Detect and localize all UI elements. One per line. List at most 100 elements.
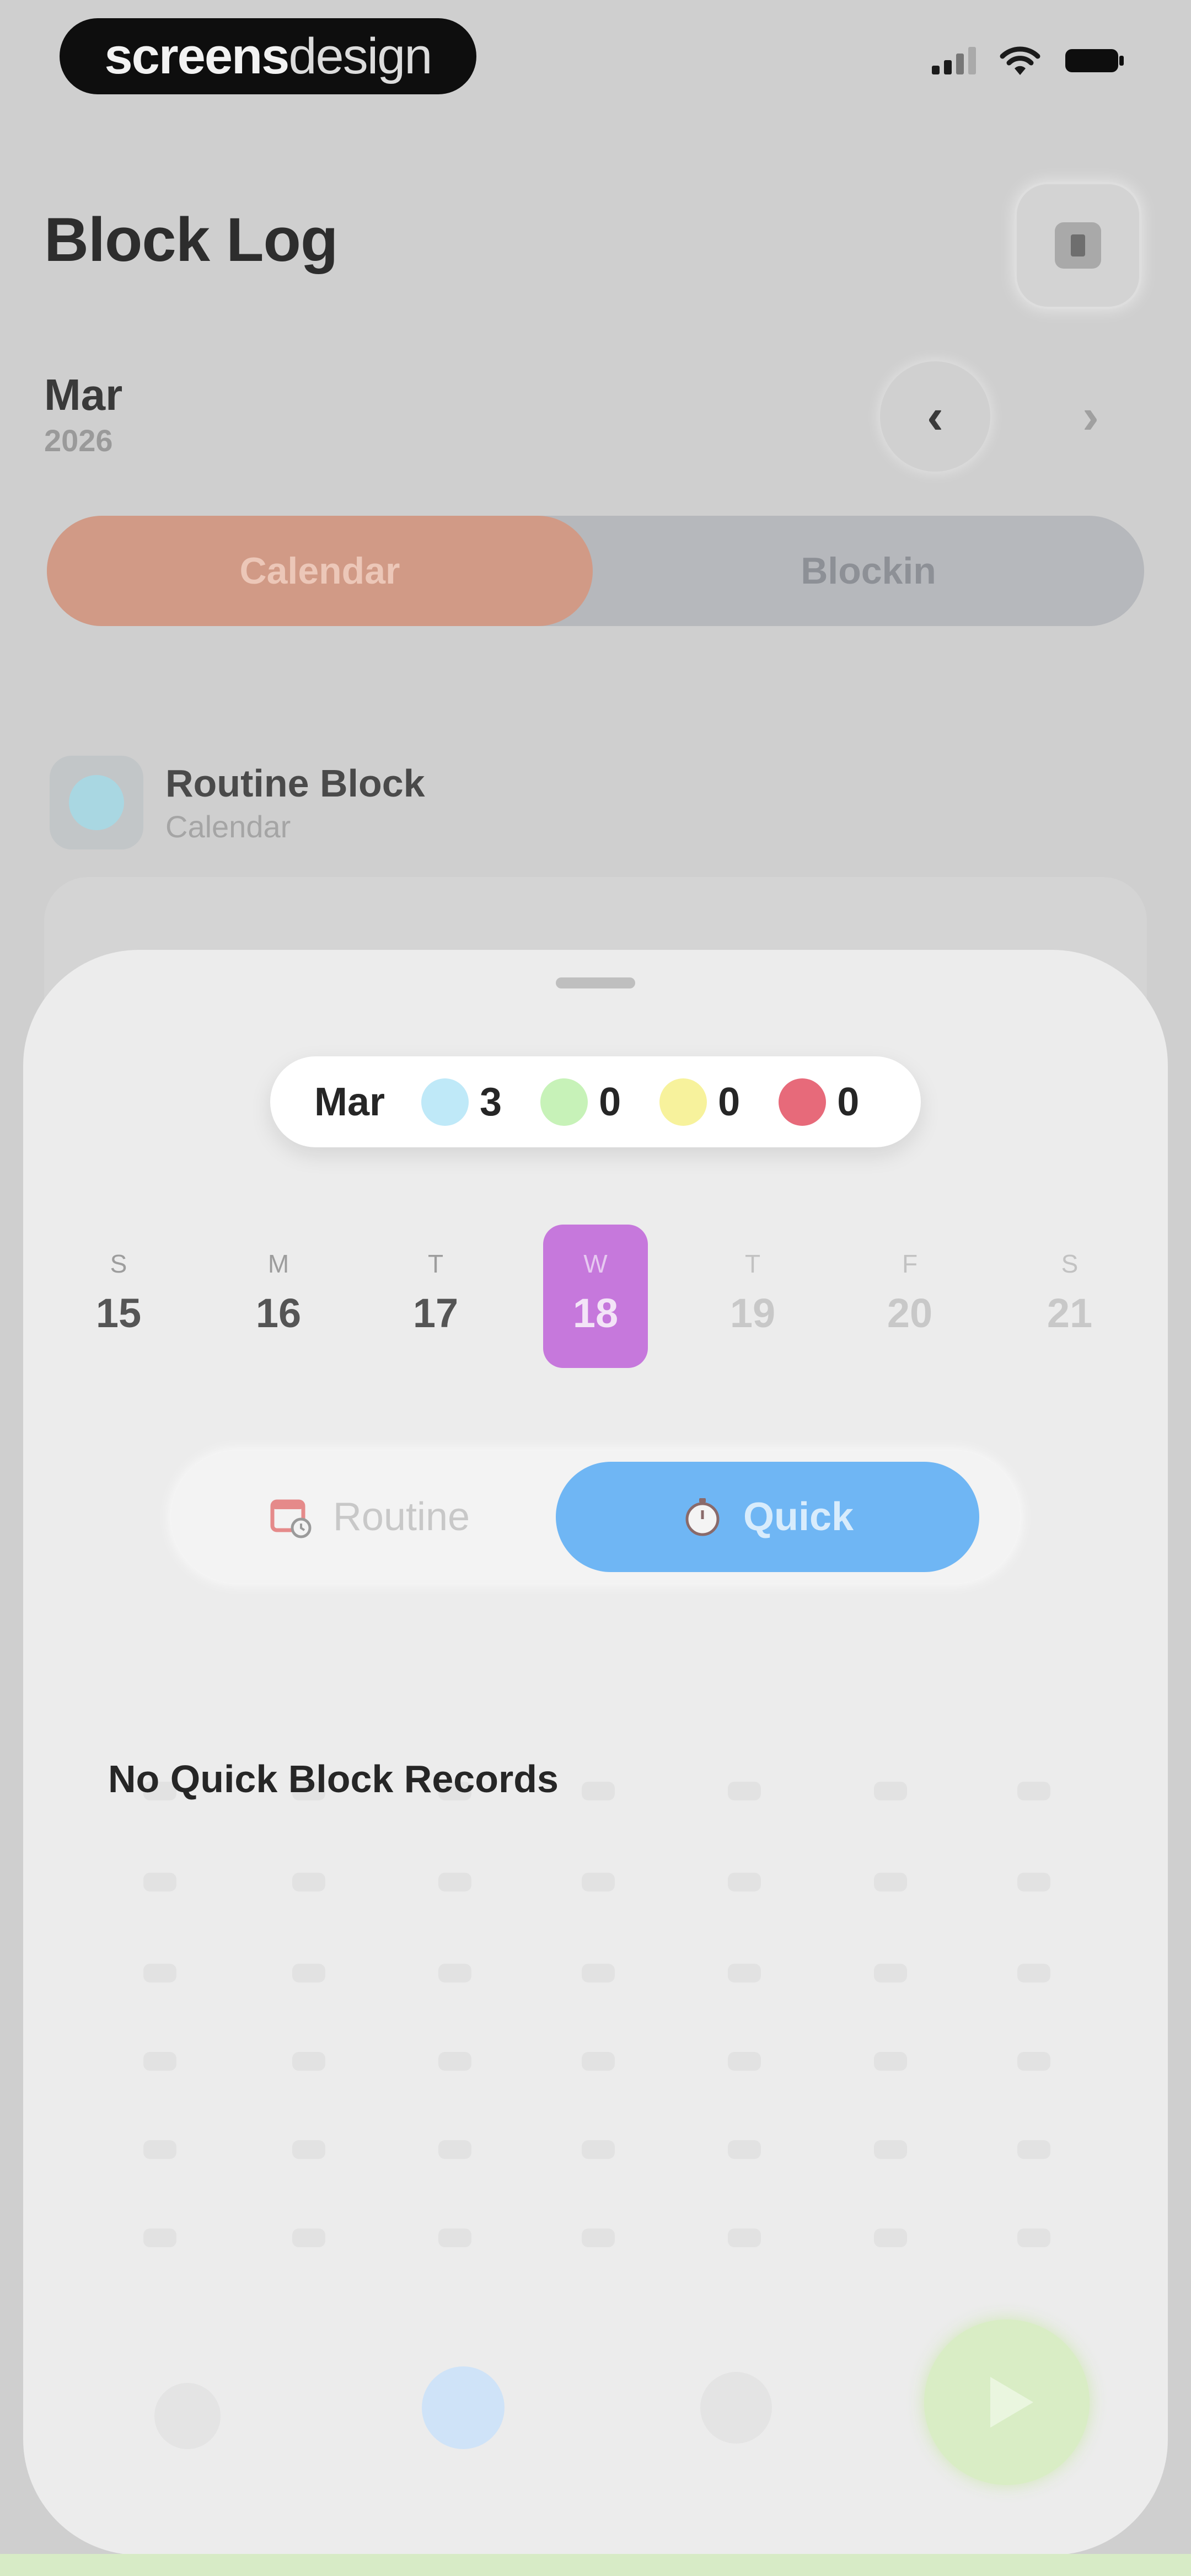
ghost-calendar-cell	[438, 1873, 471, 1891]
play-icon	[990, 2377, 1033, 2428]
day-21[interactable]: S 21	[1017, 1225, 1122, 1368]
stat-red: 0	[779, 1078, 859, 1126]
day-18-selected[interactable]: W 18	[543, 1225, 648, 1368]
day-number: 16	[255, 1290, 302, 1336]
quick-toggle-option[interactable]: Quick	[556, 1462, 979, 1572]
ghost-calendar-cell	[874, 1964, 907, 1982]
routine-block-subtitle: Calendar	[165, 809, 291, 844]
weekday-label: S	[1061, 1249, 1079, 1278]
day-number: 20	[887, 1290, 933, 1336]
month-summary-pill: Mar 3 0 0 0	[270, 1056, 921, 1147]
quick-toggle-label: Quick	[743, 1495, 854, 1539]
weekday-label: W	[583, 1249, 608, 1278]
routine-toggle-option[interactable]: Routine	[182, 1462, 557, 1572]
ghost-calendar-cell	[582, 2052, 615, 2071]
day-17[interactable]: T 17	[383, 1225, 488, 1368]
ghost-calendar-cell	[1017, 2228, 1050, 2247]
next-month-button[interactable]: ›	[1036, 361, 1146, 472]
ghost-calendar-cell	[143, 2140, 176, 2159]
ghost-calendar-cell	[874, 2228, 907, 2247]
empty-state-title: No Quick Block Records	[108, 1757, 559, 1800]
stat-yellow: 0	[659, 1078, 740, 1126]
ghost-calendar-cell	[728, 2052, 761, 2071]
ghost-calendar-cell	[143, 2228, 176, 2247]
stat-count-yellow: 0	[718, 1079, 741, 1124]
day-number: 18	[572, 1290, 619, 1336]
ghost-calendar-cell	[728, 2228, 761, 2247]
ghost-calendar-cell	[582, 2228, 615, 2247]
wifi-icon	[998, 44, 1042, 77]
routine-block-title: Routine Block	[165, 761, 425, 805]
stopwatch-icon	[685, 1498, 720, 1536]
app-screen: screens design Block Log Mar 2026 ‹ › Ca…	[0, 0, 1191, 2576]
stat-count-green: 0	[599, 1079, 621, 1124]
weekday-label: F	[902, 1249, 918, 1278]
ghost-calendar-cell	[292, 2052, 325, 2071]
ghost-calendar-cell	[1017, 1964, 1050, 1982]
ghost-calendar-cell	[582, 1782, 615, 1800]
page-title: Block Log	[44, 205, 338, 274]
ghost-calendar-cell	[292, 1964, 325, 1982]
current-month: Mar	[44, 370, 123, 419]
ghost-calendar-cell	[438, 2052, 471, 2071]
weekday-label: S	[110, 1249, 127, 1278]
ghost-calendar-cell	[1017, 2052, 1050, 2071]
stat-count-red: 0	[837, 1079, 860, 1124]
stat-dot-blue	[421, 1078, 469, 1126]
previous-month-button[interactable]: ‹	[880, 361, 990, 472]
calendar-clock-icon	[270, 1499, 312, 1538]
logo-bold-text: screens	[104, 28, 290, 84]
bottom-edge	[0, 2554, 1191, 2576]
battery-icon	[1064, 47, 1125, 74]
ghost-calendar-cell	[438, 2140, 471, 2159]
weekday-label: T	[744, 1249, 761, 1278]
ghost-calendar-cell	[143, 1873, 176, 1891]
logo-light-text: design	[288, 28, 432, 84]
stat-dot-red	[779, 1078, 827, 1126]
ghost-calendar-cell	[1017, 1782, 1050, 1800]
day-number: 19	[729, 1290, 776, 1336]
tab-blockin[interactable]: Blockin	[593, 516, 1144, 626]
day-15[interactable]: S 15	[66, 1225, 171, 1368]
weekday-label: T	[427, 1249, 444, 1278]
ghost-calendar-cell	[728, 1964, 761, 1982]
status-icons	[932, 44, 1125, 77]
routine-block-row[interactable]: Routine Block Calendar	[50, 756, 425, 849]
ghost-calendar-cell	[582, 1964, 615, 1982]
stat-green: 0	[540, 1078, 621, 1126]
day-19[interactable]: T 19	[700, 1225, 805, 1368]
stat-blue: 3	[421, 1078, 502, 1126]
stat-count-blue: 3	[480, 1079, 502, 1124]
day-number: 17	[412, 1290, 459, 1336]
ghost-calendar-cell	[438, 2228, 471, 2247]
ghost-calendar-cell	[874, 1782, 907, 1800]
day-number: 15	[95, 1290, 142, 1336]
start-block-button[interactable]	[924, 2320, 1090, 2485]
ghost-calendar-cell	[874, 2140, 907, 2159]
tab-icon-ghost-3	[700, 2372, 772, 2444]
ghost-calendar-cell	[292, 2140, 325, 2159]
check-circle-icon	[50, 756, 143, 849]
tab-calendar[interactable]: Calendar	[47, 516, 593, 626]
chevron-left-icon: ‹	[927, 388, 943, 444]
day-16[interactable]: M 16	[226, 1225, 331, 1368]
day-number: 21	[1047, 1290, 1093, 1336]
summary-month: Mar	[314, 1079, 385, 1124]
sheet-drag-handle[interactable]	[556, 977, 635, 988]
sidebar-toggle-button[interactable]	[1015, 182, 1141, 309]
routine-toggle-label: Routine	[332, 1495, 470, 1539]
bottom-sheet	[23, 950, 1168, 2555]
ghost-calendar-cell	[1017, 1873, 1050, 1891]
day-20[interactable]: F 20	[857, 1225, 962, 1368]
weekday-label: M	[267, 1249, 289, 1278]
stat-dot-yellow	[659, 1078, 707, 1126]
ghost-calendar-cell	[292, 2228, 325, 2247]
stat-dot-green	[540, 1078, 588, 1126]
view-segmented-control: Calendar Blockin	[47, 516, 1144, 626]
current-year: 2026	[44, 423, 113, 458]
ghost-calendar-cell	[582, 2140, 615, 2159]
chevron-right-icon: ›	[1082, 388, 1099, 444]
ghost-calendar-cell	[292, 1873, 325, 1891]
tab-icon-ghost-2	[422, 2366, 505, 2449]
ghost-calendar-cell	[582, 1873, 615, 1891]
